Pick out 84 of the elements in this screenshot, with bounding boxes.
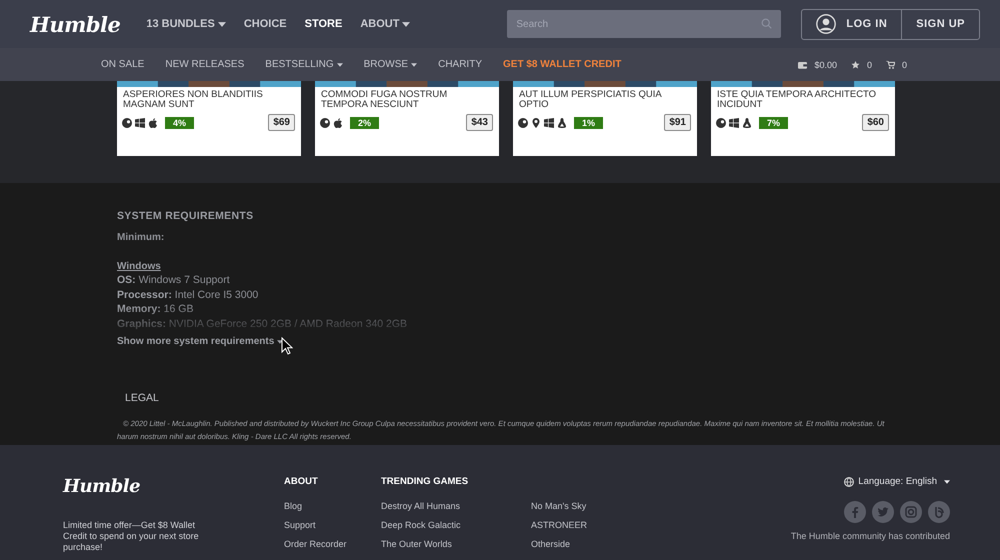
footer-heading: ABOUT <box>284 476 319 487</box>
steam-icon <box>122 118 132 128</box>
humble-logo[interactable]: Humble <box>63 476 140 497</box>
show-more-link[interactable]: Show more system requirements <box>117 336 284 347</box>
nav-link[interactable]: 13 BUNDLES <box>146 18 226 30</box>
user-icon <box>816 14 836 34</box>
spec-line: Processor: Intel Core I5 3000 <box>117 288 260 302</box>
search-field[interactable]: Search <box>507 10 782 38</box>
price-tag: $91 <box>664 114 691 131</box>
search-icon <box>761 18 772 29</box>
login-button[interactable]: LOG IN <box>802 10 902 38</box>
map-pin-icon <box>531 118 541 128</box>
discount-badge: 7% <box>759 116 788 128</box>
footer-heading: TRENDING GAMES <box>381 476 470 487</box>
os-heading: Windows <box>117 261 162 272</box>
footer-link[interactable]: No Man's Sky <box>531 501 681 511</box>
caret-icon <box>218 22 226 26</box>
language-selector[interactable]: Language: English <box>844 476 950 487</box>
offer-text: Limited time offer—Get $8 Wallet Credit to spend on your next store purchase! <box>63 520 200 553</box>
mouse-cursor-icon <box>281 337 293 355</box>
footer-link[interactable]: ASTRONEER <box>531 520 681 530</box>
subnav-link[interactable]: BROWSE <box>364 59 418 70</box>
globe-icon <box>844 476 854 486</box>
caret-icon <box>411 62 418 66</box>
cart-icon <box>886 60 895 68</box>
steam-icon <box>716 118 726 128</box>
humble-logo[interactable]: Humble <box>30 12 120 36</box>
windows-icon <box>135 118 145 128</box>
spec-line: Graphics: NVIDIA GeForce 250 2GB / AMD Radeon 340 2GB <box>117 316 408 331</box>
footer-link[interactable]: Order Recorder <box>284 539 381 549</box>
steam-icon <box>518 118 528 128</box>
discount-badge: 1% <box>574 116 604 128</box>
windows-icon <box>544 118 554 128</box>
price-tag: $60 <box>862 114 889 131</box>
product-title: ASPERIORES NON BLANDITIIS MAGNAM SUNT <box>122 88 264 112</box>
discount-badge: 4% <box>165 116 194 128</box>
apple-icon <box>148 118 158 128</box>
community-text: The Humble community has contributed <box>790 531 950 541</box>
product-card[interactable]: ASPERIORES NON BLANDITIIS MAGNAM SUNT 4% $69 <box>117 81 301 156</box>
subnav-link[interactable]: ON SALE <box>101 59 144 70</box>
blog-icon[interactable] <box>928 501 950 523</box>
discount-badge: 2% <box>350 116 380 128</box>
caret-icon <box>336 62 343 66</box>
wishlist-link[interactable]: 0 <box>850 60 872 70</box>
twitter-icon[interactable] <box>872 501 894 523</box>
price-tag: $43 <box>466 114 493 131</box>
requirements-subheading: Minimum: <box>117 232 166 245</box>
spec-line: Memory: 16 GB <box>117 302 194 316</box>
legal-heading: LEGAL <box>125 392 160 404</box>
footer-link[interactable]: Deep Rock Galactic <box>381 520 531 530</box>
product-title: ISTE QUIA TEMPORA ARCHITECTO INCIDUNT <box>716 88 878 112</box>
facebook-icon[interactable] <box>844 501 866 523</box>
signup-button[interactable]: SIGN UP <box>901 10 979 38</box>
footer-link[interactable]: Support <box>284 520 381 530</box>
subnav-link[interactable]: NEW RELEASES <box>165 59 244 70</box>
apple-icon <box>333 118 343 128</box>
wallet-link[interactable]: $0.00 <box>798 60 837 70</box>
nav-link[interactable]: ABOUT <box>360 18 410 30</box>
footer-link[interactable]: Blog <box>284 501 381 511</box>
cart-link[interactable]: 0 <box>886 60 907 70</box>
subnav-link[interactable]: CHARITY <box>438 59 482 70</box>
footer-link[interactable]: The Outer Worlds <box>381 539 531 549</box>
product-card[interactable]: AUT ILLUM PERSPICIATIS QUIA OPTIO 1% $91 <box>513 81 697 156</box>
subnav-link[interactable]: GET $8 WALLET CREDIT <box>503 59 622 70</box>
nav-link[interactable]: CHOICE <box>244 18 287 30</box>
footer-link[interactable]: Otherside <box>531 539 681 549</box>
star-icon <box>850 60 860 68</box>
spec-line: OS: Windows 7 Support <box>117 273 231 288</box>
product-card[interactable]: ISTE QUIA TEMPORA ARCHITECTO INCIDUNT 7% $60 <box>711 81 895 156</box>
caret-icon <box>277 340 284 344</box>
footer-link[interactable]: Destroy All Humans <box>381 501 531 511</box>
nav-link[interactable]: STORE <box>304 18 342 30</box>
windows-icon <box>729 118 739 128</box>
section-heading: SYSTEM REQUIREMENTS <box>117 210 254 222</box>
price-tag: $69 <box>268 114 295 131</box>
instagram-icon[interactable] <box>900 501 922 523</box>
subnav-link[interactable]: BESTSELLING <box>265 59 343 70</box>
product-title: COMMODI FUGA NOSTRUM TEMPORA NESCIUNT <box>320 88 448 112</box>
steam-icon <box>320 118 330 128</box>
caret-icon <box>944 480 950 484</box>
caret-icon <box>402 22 410 26</box>
wallet-icon <box>798 60 808 68</box>
product-title: AUT ILLUM PERSPICIATIS QUIA OPTIO <box>518 88 663 112</box>
product-card[interactable]: COMMODI FUGA NOSTRUM TEMPORA NESCIUNT 2% $43 <box>315 81 499 156</box>
